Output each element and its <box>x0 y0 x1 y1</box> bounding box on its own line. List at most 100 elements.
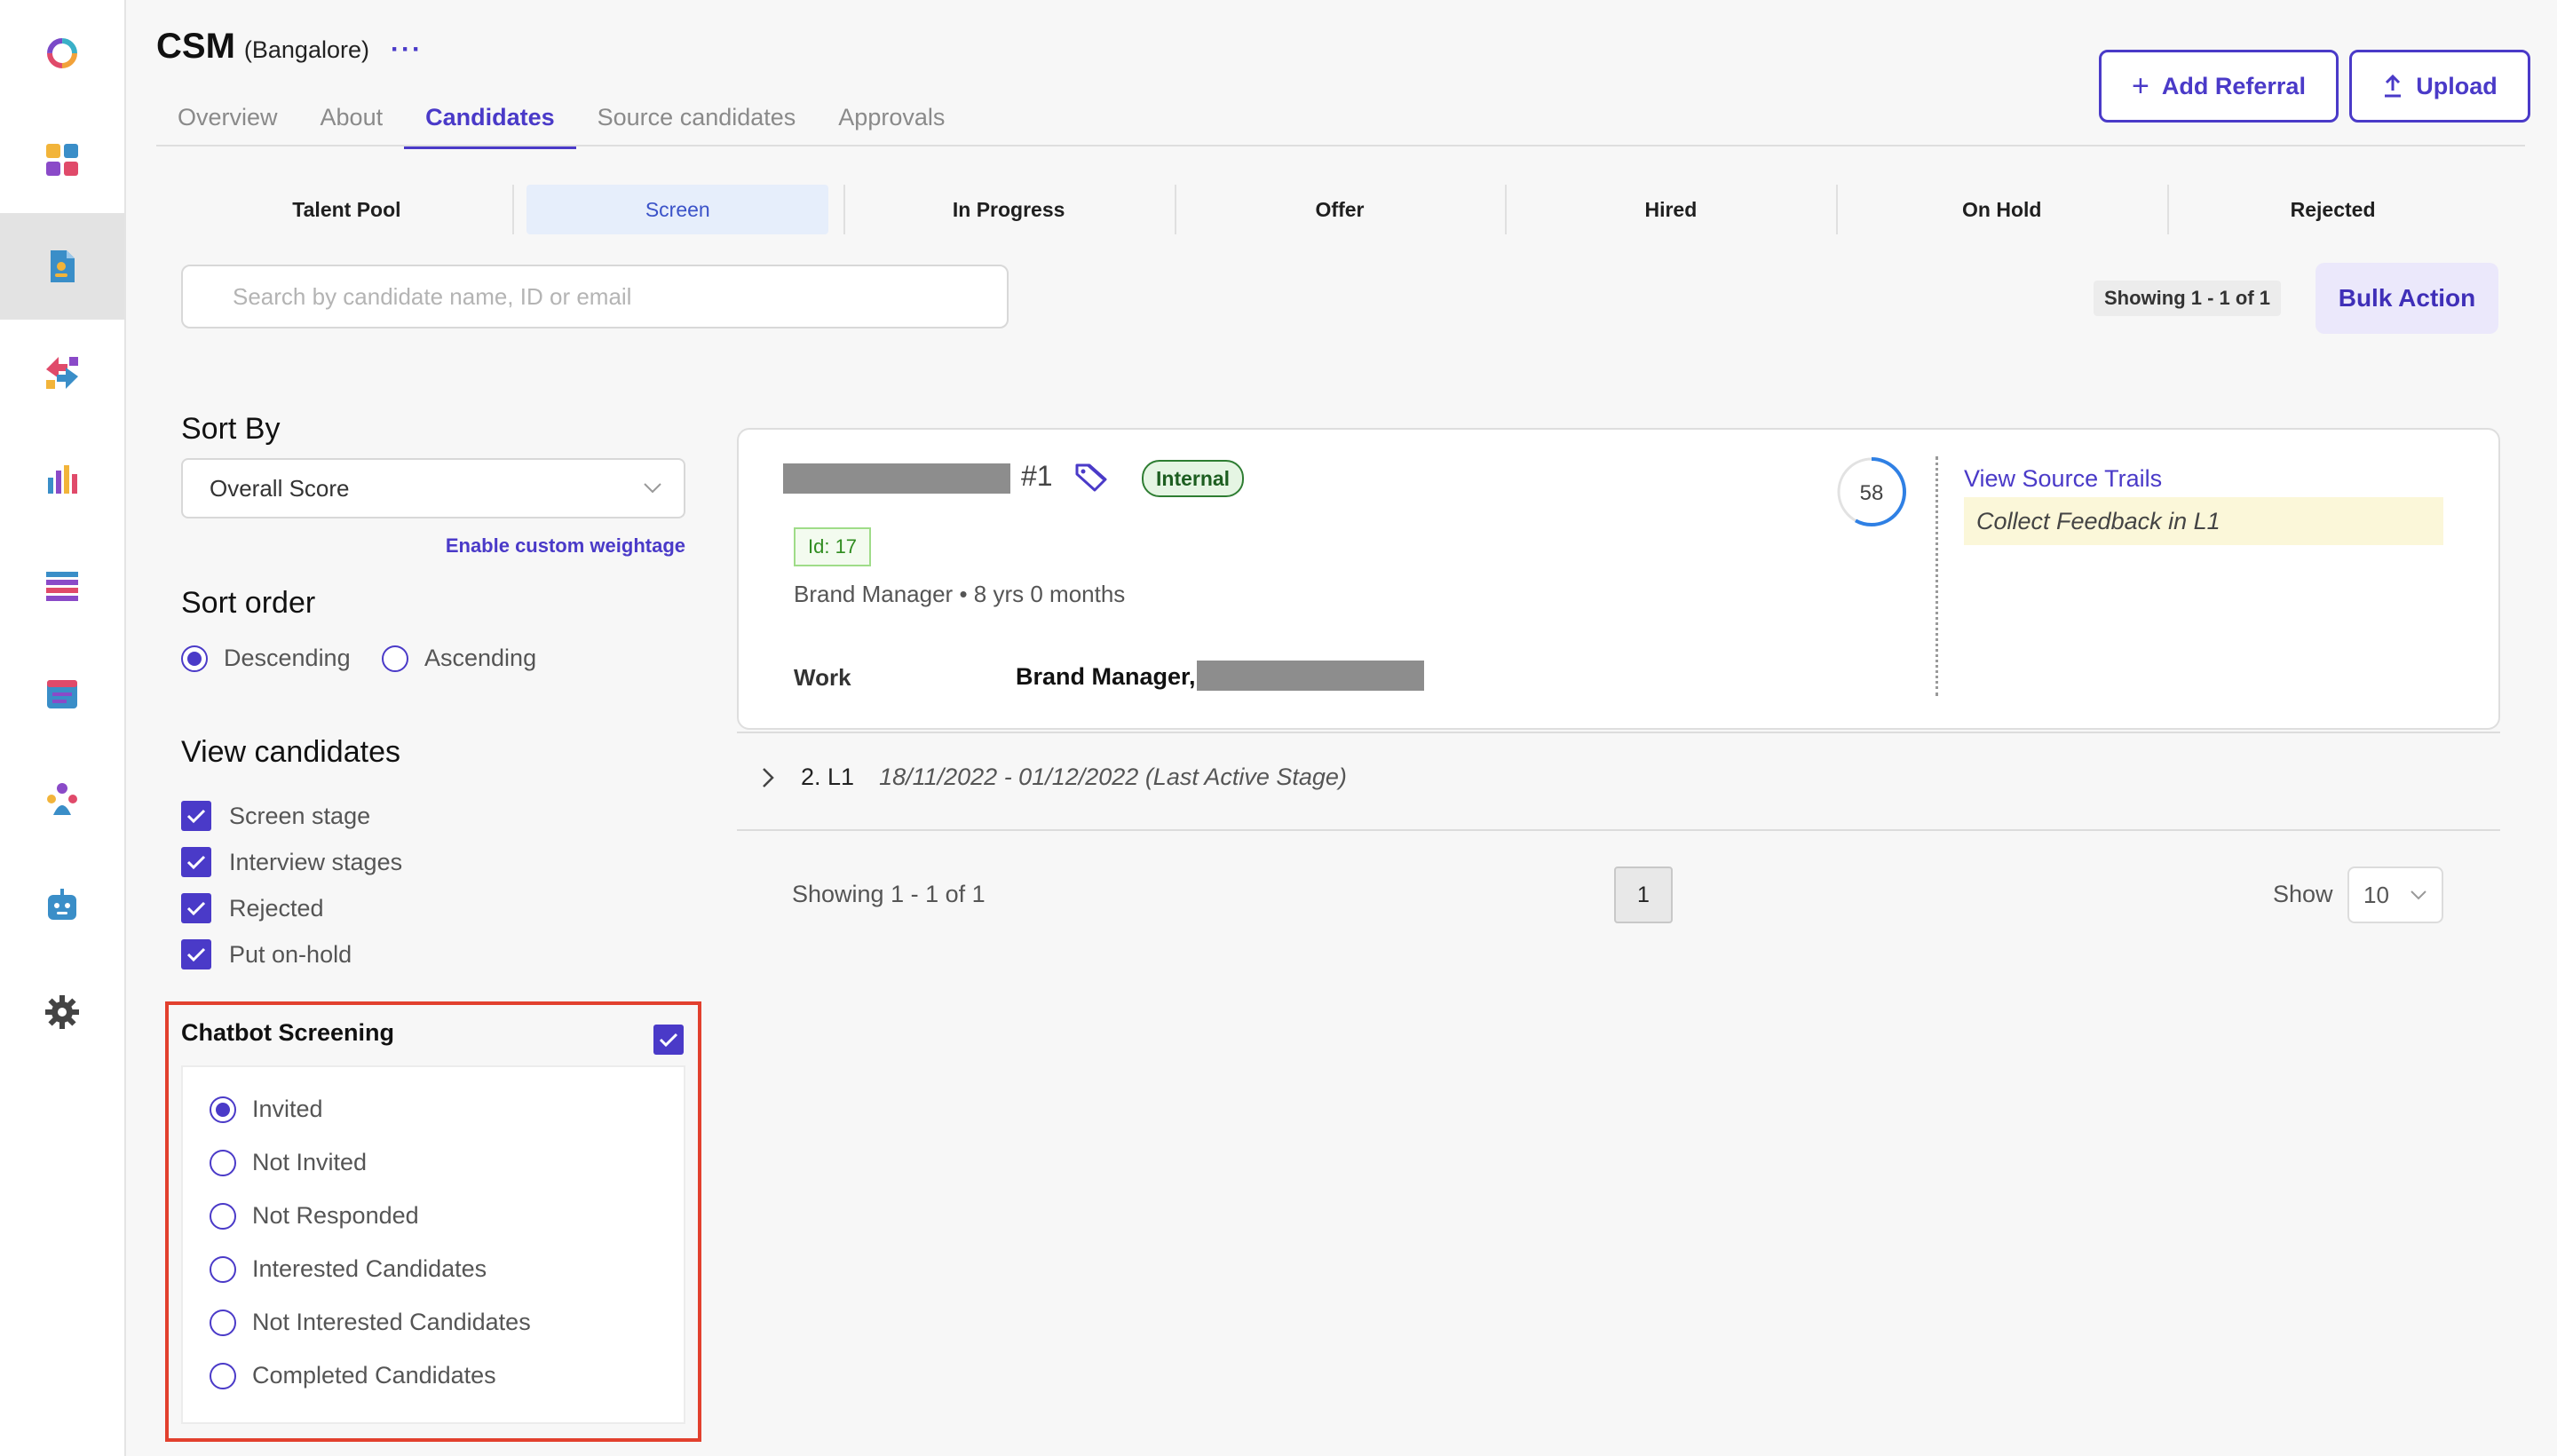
chatbot-option-not-invited[interactable]: Not Invited <box>210 1149 367 1176</box>
stage-label: In Progress <box>952 197 1065 221</box>
radio-button[interactable] <box>210 1149 236 1176</box>
stage-talent-pool[interactable]: Talent Pool <box>181 183 512 236</box>
tag-icon[interactable] <box>1074 462 1110 494</box>
chatbot-option-interested[interactable]: Interested Candidates <box>210 1255 487 1283</box>
tab-candidates[interactable]: Candidates <box>404 99 576 149</box>
view-on-hold[interactable]: Put on-hold <box>181 939 352 969</box>
checkbox[interactable] <box>181 801 211 831</box>
stage-label: Screen <box>526 185 829 234</box>
settings-icon[interactable] <box>0 959 124 1065</box>
search-input[interactable] <box>183 266 1007 327</box>
chatbot-option-not-interested[interactable]: Not Interested Candidates <box>210 1309 531 1336</box>
chatbot-option-completed[interactable]: Completed Candidates <box>210 1362 496 1389</box>
view-rejected[interactable]: Rejected <box>181 893 324 923</box>
job-title: CSM (Bangalore) ··· <box>156 27 423 67</box>
sort-descending-option[interactable]: Descending <box>181 645 351 672</box>
stage-hired[interactable]: Hired <box>1505 183 1836 236</box>
tab-approvals[interactable]: Approvals <box>817 99 966 147</box>
employer-redacted <box>1197 661 1424 691</box>
bulk-action-button[interactable]: Bulk Action <box>2316 263 2498 334</box>
candidate-search <box>181 265 1009 328</box>
sort-by-title: Sort By <box>181 412 281 446</box>
stage-in-progress[interactable]: In Progress <box>843 183 1175 236</box>
tab-overview[interactable]: Overview <box>156 99 299 147</box>
chevron-right-icon[interactable] <box>760 766 776 789</box>
chatbot-option-invited[interactable]: Invited <box>210 1096 323 1123</box>
radio-button[interactable] <box>181 645 208 672</box>
internal-badge: Internal <box>1142 460 1245 497</box>
chevron-down-icon <box>2411 890 2426 900</box>
chatbot-icon[interactable] <box>0 852 124 959</box>
checkbox[interactable] <box>181 893 211 923</box>
plus-icon: + <box>2132 69 2149 103</box>
chatbot-screening-checkbox[interactable] <box>653 1025 684 1055</box>
chatbot-option-not-responded[interactable]: Not Responded <box>210 1202 419 1230</box>
page-number-button[interactable]: 1 <box>1614 866 1673 923</box>
logo-icon[interactable] <box>0 0 124 107</box>
candidate-role: Brand Manager <box>794 581 954 607</box>
checkbox[interactable] <box>181 847 211 877</box>
radio-label: Completed Candidates <box>252 1362 496 1389</box>
checkbox-label: Put on-hold <box>229 940 352 968</box>
radio-button[interactable] <box>210 1096 236 1123</box>
upload-button[interactable]: Upload <box>2349 50 2530 123</box>
stage-label: On Hold <box>1962 197 2042 221</box>
view-source-trails-link[interactable]: View Source Trails <box>1964 465 2162 493</box>
list-icon[interactable] <box>0 533 124 639</box>
sort-by-select[interactable]: Overall Score <box>181 458 685 518</box>
stage-tabs: Talent Pool Screen In Progress Offer Hir… <box>181 183 2498 236</box>
view-interview-stages[interactable]: Interview stages <box>181 847 402 877</box>
stage-offer[interactable]: Offer <box>1174 183 1506 236</box>
referrals-icon[interactable] <box>0 320 124 426</box>
check-icon <box>186 947 206 962</box>
card-divider <box>1936 456 1938 696</box>
tab-source-candidates[interactable]: Source candidates <box>576 99 818 147</box>
radio-button[interactable] <box>210 1255 236 1283</box>
jobs-icon[interactable] <box>0 213 124 320</box>
radio-label: Ascending <box>424 645 537 671</box>
results-count: Showing 1 - 1 of 1 <box>2094 281 2282 316</box>
score-value: 58 <box>1860 481 1884 505</box>
stage-screen[interactable]: Screen <box>511 183 843 236</box>
calendar-icon[interactable] <box>0 639 124 746</box>
upload-icon <box>2385 75 2402 98</box>
tab-about[interactable]: About <box>299 99 405 147</box>
view-candidates-title: View candidates <box>181 735 400 769</box>
view-screen-stage[interactable]: Screen stage <box>181 801 370 831</box>
stage-on-hold[interactable]: On Hold <box>1836 183 2167 236</box>
work-label: Work <box>794 664 851 691</box>
work-value: Brand Manager, <box>1016 663 1196 690</box>
radio-button[interactable] <box>210 1309 236 1336</box>
check-icon <box>659 1033 678 1048</box>
score-ring: 58 <box>1837 457 1906 526</box>
custom-weightage-link[interactable]: Enable custom weightage <box>446 534 685 558</box>
radio-label: Descending <box>224 645 351 671</box>
stage-history-row[interactable]: 2. L1 18/11/2022 - 01/12/2022 (Last Acti… <box>760 764 1347 791</box>
radio-button[interactable] <box>210 1362 236 1389</box>
chevron-down-icon <box>644 483 661 494</box>
analytics-icon[interactable] <box>0 426 124 533</box>
sort-by-value: Overall Score <box>210 474 350 502</box>
stage-label: Talent Pool <box>292 197 401 221</box>
check-icon <box>186 809 206 824</box>
job-tabs: Overview About Candidates Source candida… <box>156 99 966 149</box>
candidate-name-redacted <box>783 463 1010 494</box>
checkbox[interactable] <box>181 939 211 969</box>
team-icon[interactable] <box>0 746 124 852</box>
job-location: (Bangalore) <box>243 36 369 63</box>
dashboard-icon[interactable] <box>0 107 124 213</box>
sort-ascending-option[interactable]: Ascending <box>382 645 536 672</box>
add-referral-button[interactable]: + Add Referral <box>2099 50 2339 123</box>
divider <box>737 829 2500 831</box>
more-options-icon[interactable]: ··· <box>391 35 423 65</box>
radio-button[interactable] <box>210 1202 236 1230</box>
candidate-rank: #1 <box>1021 460 1053 492</box>
radio-label: Not Responded <box>252 1202 419 1229</box>
radio-button[interactable] <box>382 645 408 672</box>
checkbox-label: Rejected <box>229 894 324 922</box>
left-nav-rail <box>0 0 126 1456</box>
page-size-select[interactable]: 10 <box>2347 866 2443 923</box>
stage-rejected[interactable]: Rejected <box>2167 183 2498 236</box>
add-referral-label: Add Referral <box>2161 72 2306 99</box>
radio-label: Not Invited <box>252 1149 368 1175</box>
